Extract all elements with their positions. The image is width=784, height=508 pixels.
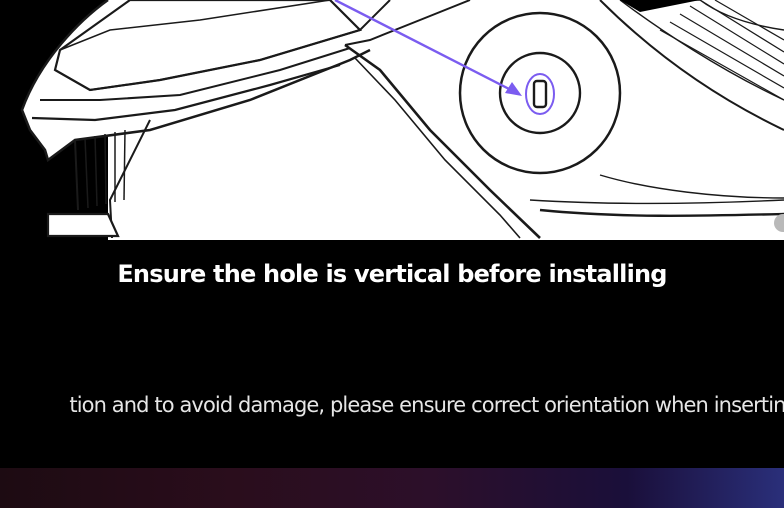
- description-container: tion and to avoid damage, please ensure …: [0, 388, 784, 422]
- bottom-gradient-banner: [0, 468, 784, 508]
- instruction-description: tion and to avoid damage, please ensure …: [69, 393, 784, 417]
- vertical-hole-icon: [520, 72, 560, 116]
- product-instruction-page: Ensure the hole is vertical before insta…: [0, 0, 784, 508]
- instruction-caption: Ensure the hole is vertical before insta…: [117, 260, 667, 288]
- indicator-arrow-icon: [0, 0, 784, 240]
